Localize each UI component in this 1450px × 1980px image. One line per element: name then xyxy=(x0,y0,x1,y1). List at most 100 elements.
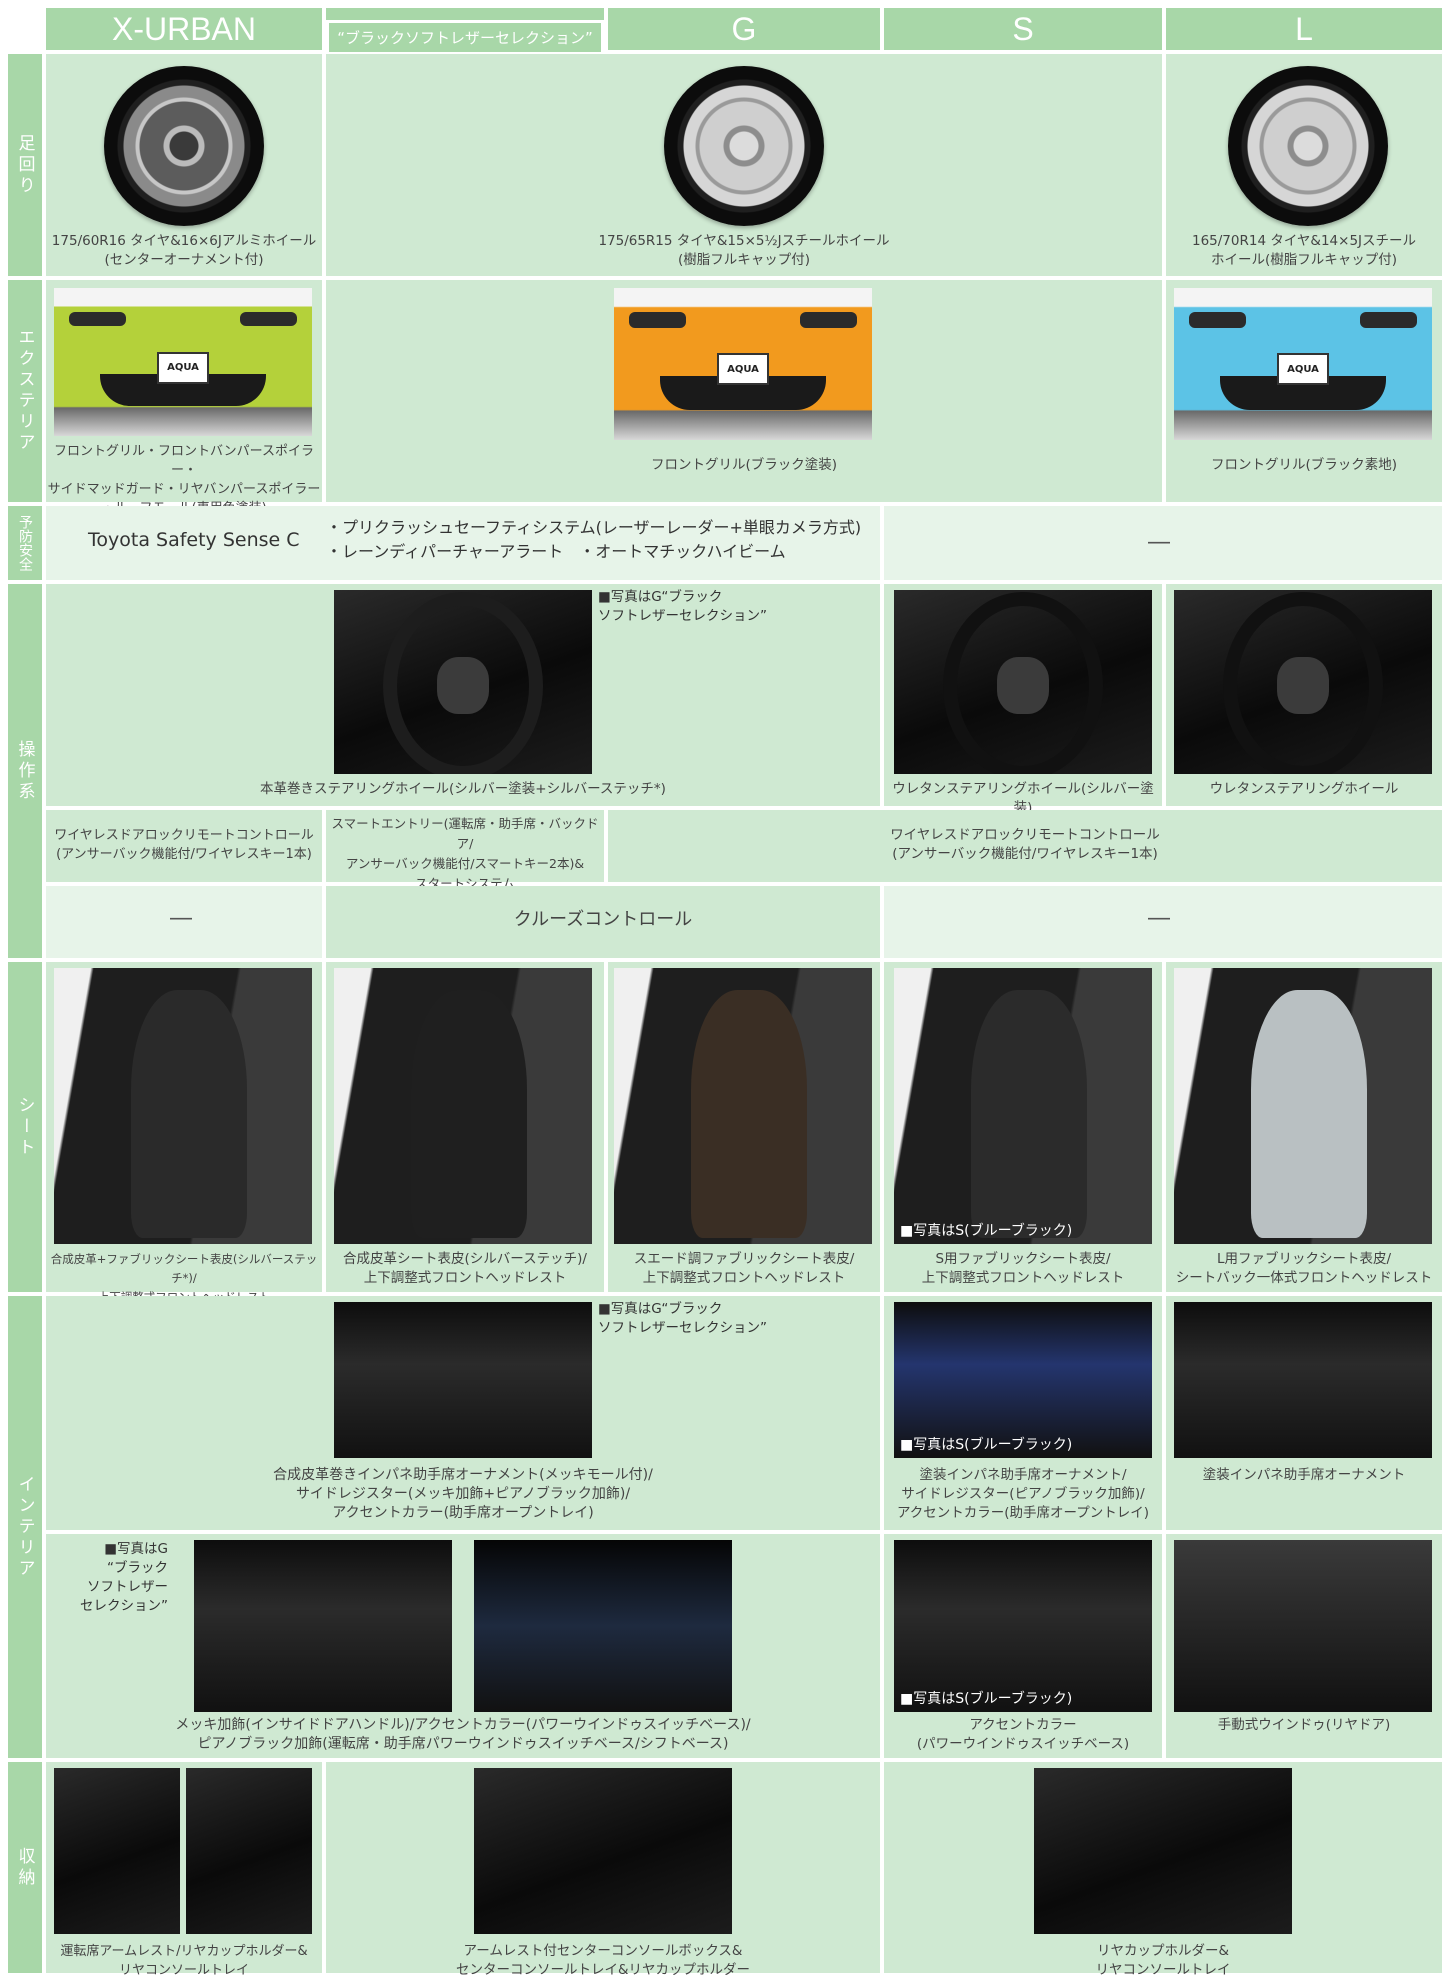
door-caption-l: 手動式ウインドゥ(リヤドア) xyxy=(1217,1717,1391,1733)
seat-image xyxy=(614,968,872,1244)
grade-header-g: G xyxy=(608,8,880,50)
section-label: 予防安全 xyxy=(17,515,33,571)
cruise-cell-xurban: ― xyxy=(46,886,322,958)
door-caption-g: メッキ加飾(インサイドドアハンドル)/アクセントカラー(パワーウインドゥスイッチ… xyxy=(175,1717,751,1752)
steering-caption-l: ウレタンステアリングホイール xyxy=(1209,781,1399,797)
headlight xyxy=(799,312,857,328)
not-available-dash: ― xyxy=(1148,530,1170,555)
selection-tab-label: “ブラックソフトレザーセレクション” xyxy=(337,29,593,47)
shift-lever-image xyxy=(474,1540,732,1712)
seat-cell-l: L用ファブリックシート表皮/ シートバック一体式フロントヘッドレスト xyxy=(1166,962,1442,1292)
seat-cell-s: ■写真はS(ブルーブラック) S用ファブリックシート表皮/ 上下調整式フロントヘ… xyxy=(884,962,1162,1292)
smart-entry-cell: スマートエントリー(運転席・助手席・バックドア/ アンサーバック機能付/スマート… xyxy=(326,810,604,891)
storage-caption-xurban: 運転席アームレスト/リヤカップホルダー& リヤコンソールトレイ xyxy=(60,1944,308,1978)
exterior-caption-l: フロントグリル(ブラック素地) xyxy=(1210,457,1398,473)
seat-cell-selection: 合成皮革シート表皮(シルバーステッチ)/ 上下調整式フロントヘッドレスト xyxy=(326,962,604,1292)
wheel-caption-l: 165/70R14 タイヤ&14×5Jスチール ホイール(樹脂フルキャップ付) xyxy=(1191,233,1417,268)
interior-panel-cell-g: ■写真はG“ブラック ソフトレザーセレクション” 合成皮革巻きインパネ助手席オー… xyxy=(46,1296,880,1530)
photo-note: ■写真はS(ブルーブラック) xyxy=(900,1437,1073,1453)
smart-entry-caption: スマートエントリー(運転席・助手席・バックドア/ アンサーバック機能付/スマート… xyxy=(331,816,599,891)
console-box-image xyxy=(474,1768,732,1934)
steering-wheel-image xyxy=(894,590,1152,774)
license-plate: AQUA xyxy=(1277,353,1329,386)
interior-door-cell-s: ■写真はS(ブルーブラック) アクセントカラー (パワーウインドゥスイッチベース… xyxy=(884,1534,1162,1758)
license-plate: AQUA xyxy=(157,351,209,384)
seat-image xyxy=(334,968,592,1244)
safety-system-name: Toyota Safety Sense C xyxy=(88,529,300,551)
not-available-dash: ― xyxy=(1148,906,1170,931)
headlight xyxy=(629,312,687,328)
wheel-cell-xurban: 175/60R16 タイヤ&16×6Jアルミホイール (センターオーナメント付) xyxy=(46,54,322,276)
safety-cell-xurban-g: Toyota Safety Sense C ・プリクラッシュセーフティシステム(… xyxy=(46,506,880,580)
wheel-cell-g: 175/65R15 タイヤ&15×5½Jスチールホイール (樹脂フルキャップ付) xyxy=(326,54,1162,276)
remote-cell-g-s-l: ワイヤレスドアロックリモートコントロール (アンサーバック機能付/ワイヤレスキー… xyxy=(608,810,1442,882)
seat-image xyxy=(54,968,312,1244)
steering-caption-g: 本革巻きステアリングホイール(シルバー塗装+シルバーステッチ*) xyxy=(260,781,666,797)
headlight xyxy=(239,311,297,327)
section-interior: インテリア xyxy=(8,1296,42,1758)
remote-cell-xurban: ワイヤレスドアロックリモートコントロール (アンサーバック機能付/ワイヤレスキー… xyxy=(46,810,322,882)
selection-tab: “ブラックソフトレザーセレクション” xyxy=(326,20,604,52)
section-label: 操作系 xyxy=(14,739,35,803)
alloy-wheel-image xyxy=(104,66,264,226)
seat-caption-l: L用ファブリックシート表皮/ シートバック一体式フロントヘッドレスト xyxy=(1175,1251,1433,1286)
wheel-caption-g: 175/65R15 タイヤ&15×5½Jスチールホイール (樹脂フルキャップ付) xyxy=(598,233,890,268)
seat-image: ■写真はS(ブルーブラック) xyxy=(894,968,1152,1244)
grade-label: S xyxy=(1012,10,1034,47)
interior-panel-cell-l: 塗装インパネ助手席オーナメント xyxy=(1166,1296,1442,1530)
storage-caption-g: アームレスト付センターコンソールボックス& センターコンソールトレイ&リヤカップ… xyxy=(455,1943,751,1978)
grade-header-l: L xyxy=(1166,8,1442,50)
photo-note: ■写真はG “ブラック ソフトレザー セレクション” xyxy=(80,1541,168,1614)
panel-caption-g: 合成皮革巻きインパネ助手席オーナメント(メッキモール付)/ サイドレジスター(メ… xyxy=(273,1467,653,1521)
section-wheels: 足回り xyxy=(8,54,42,276)
interior-door-cell-l: 手動式ウインドゥ(リヤドア) xyxy=(1166,1534,1442,1758)
exterior-caption-g: フロントグリル(ブラック塗装) xyxy=(650,457,838,473)
window-crank-image xyxy=(1174,1540,1432,1712)
steel-wheel-image xyxy=(1228,66,1388,226)
cruise-control-label: クルーズコントロール xyxy=(513,909,693,930)
selection-header-top xyxy=(326,8,604,20)
not-available-dash: ― xyxy=(170,906,192,931)
section-label: エクステリア xyxy=(14,328,35,454)
steel-wheel-image xyxy=(664,66,824,226)
section-exterior: エクステリア xyxy=(8,280,42,502)
headlight xyxy=(1189,312,1247,328)
grade-header-s: S xyxy=(884,8,1162,50)
seat-cell-xurban: 合成皮革+ファブリックシート表皮(シルバーステッチ*)/ 上下調整式フロントヘッ… xyxy=(46,962,322,1304)
section-seat: シート xyxy=(8,962,42,1292)
section-storage: 収納 xyxy=(8,1762,42,1973)
wheel-cell-l: 165/70R14 タイヤ&14×5Jスチール ホイール(樹脂フルキャップ付) xyxy=(1166,54,1442,276)
steering-wheel-image xyxy=(1174,590,1432,774)
cup-holder-image xyxy=(1034,1768,1292,1934)
door-switch-image: ■写真はS(ブルーブラック) xyxy=(894,1540,1152,1712)
section-label: インテリア xyxy=(14,1474,35,1580)
seat-caption-selection: 合成皮革シート表皮(シルバーステッチ)/ 上下調整式フロントヘッドレスト xyxy=(343,1251,587,1286)
steering-cell-l: ウレタンステアリングホイール xyxy=(1166,584,1442,806)
section-label: シート xyxy=(14,1095,35,1159)
car-front-image: AQUA xyxy=(1174,288,1432,440)
photo-note: ■写真はS(ブルーブラック) xyxy=(900,1223,1073,1239)
seat-cell-g: スエード調ファブリックシート表皮/ 上下調整式フロントヘッドレスト xyxy=(608,962,880,1292)
dash-panel-image: ■写真はS(ブルーブラック) xyxy=(894,1302,1152,1458)
license-plate: AQUA xyxy=(717,353,769,386)
panel-caption-s: 塗装インパネ助手席オーナメント/ サイドレジスター(ピアノブラック加飾)/ アク… xyxy=(896,1467,1150,1521)
headlight xyxy=(69,311,127,327)
dash-panel-image xyxy=(1174,1302,1432,1458)
grade-label: X-URBAN xyxy=(111,10,256,47)
car-front-image: AQUA xyxy=(614,288,872,440)
section-controls: 操作系 xyxy=(8,584,42,958)
wheel-caption-xurban: 175/60R16 タイヤ&16×6Jアルミホイール (センターオーナメント付) xyxy=(51,233,317,268)
storage-cell-xurban: 運転席アームレスト/リヤカップホルダー& リヤコンソールトレイ xyxy=(46,1762,322,1978)
panel-caption-l: 塗装インパネ助手席オーナメント xyxy=(1202,1467,1406,1483)
storage-caption-s-l: リヤカップホルダー& リヤコンソールトレイ xyxy=(1095,1943,1231,1978)
steering-cell-g: ■写真はG“ブラック ソフトレザーセレクション” 本革巻きステアリングホイール(… xyxy=(46,584,880,806)
photo-note: ■写真はG“ブラック ソフトレザーセレクション” xyxy=(598,589,767,624)
cup-holder-image xyxy=(186,1768,312,1934)
door-caption-s: アクセントカラー (パワーウインドゥスイッチベース) xyxy=(916,1717,1130,1752)
cruise-cell-s-l: ― xyxy=(884,886,1442,958)
steering-cell-s: ウレタンステアリングホイール(シルバー塗装) xyxy=(884,584,1162,816)
seat-caption-g: スエード調ファブリックシート表皮/ 上下調整式フロントヘッドレスト xyxy=(633,1251,855,1286)
door-switch-image xyxy=(194,1540,452,1712)
grade-label: L xyxy=(1295,10,1313,47)
exterior-cell-g: AQUA フロントグリル(ブラック塗装) xyxy=(326,280,1162,502)
